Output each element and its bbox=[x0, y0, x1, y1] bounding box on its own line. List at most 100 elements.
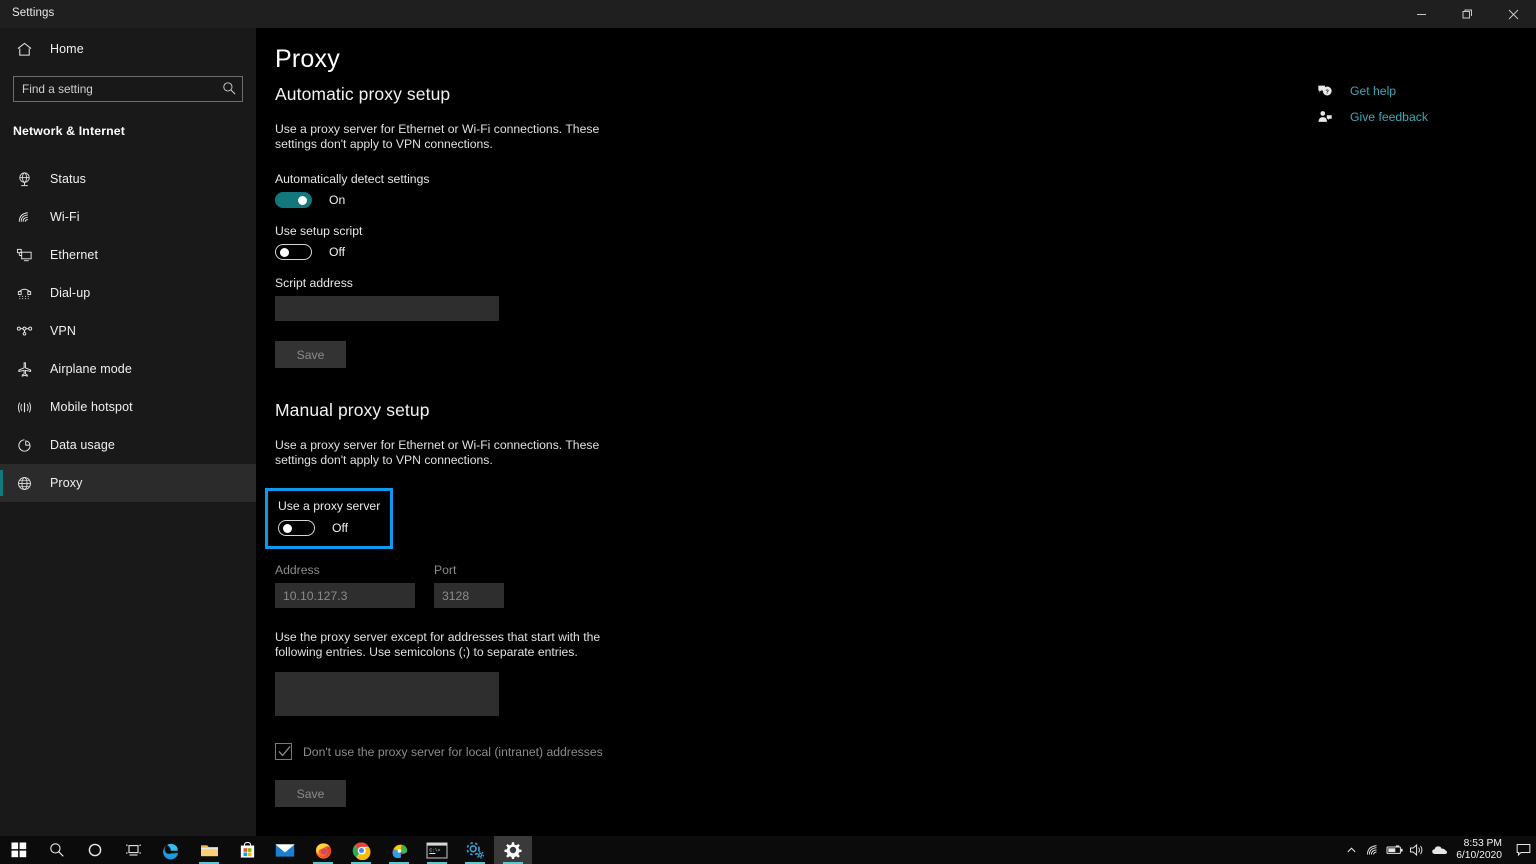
address-label: Address bbox=[275, 563, 320, 577]
close-button[interactable] bbox=[1490, 0, 1536, 28]
give-feedback-link-row[interactable]: Give feedback bbox=[1316, 104, 1516, 130]
save-automatic-button[interactable]: Save bbox=[275, 341, 346, 368]
vpn-icon bbox=[13, 320, 35, 342]
minimize-button[interactable] bbox=[1398, 0, 1444, 28]
sidebar-item-data-usage[interactable]: Data usage bbox=[0, 426, 256, 464]
action-center-icon[interactable] bbox=[1510, 836, 1536, 864]
data-usage-icon bbox=[13, 434, 35, 456]
sidebar-item-airplane-mode[interactable]: Airplane mode bbox=[0, 350, 256, 388]
manual-proxy-description: Use a proxy server for Ethernet or Wi-Fi… bbox=[275, 438, 600, 467]
setup-script-state: Off bbox=[329, 245, 346, 259]
use-proxy-label: Use a proxy server bbox=[278, 499, 381, 513]
cortana-button[interactable] bbox=[76, 836, 114, 864]
volume-icon[interactable] bbox=[1406, 836, 1428, 864]
use-proxy-state: Off bbox=[332, 521, 349, 535]
auto-detect-state: On bbox=[329, 193, 346, 207]
edge-button[interactable] bbox=[152, 836, 190, 864]
taskbar: C:\> 8:53 PM 6/10/2020 bbox=[0, 836, 1536, 864]
chrome-button[interactable] bbox=[342, 836, 380, 864]
command-prompt-button[interactable]: C:\> bbox=[418, 836, 456, 864]
automatic-proxy-description: Use a proxy server for Ethernet or Wi-Fi… bbox=[275, 122, 600, 151]
setup-script-label: Use setup script bbox=[275, 224, 363, 238]
bypass-local-checkbox[interactable] bbox=[275, 743, 292, 760]
firefox-button[interactable] bbox=[304, 836, 342, 864]
port-label: Port bbox=[434, 563, 457, 577]
feedback-person-icon bbox=[1316, 109, 1334, 125]
sidebar-category-title: Network & Internet bbox=[13, 124, 126, 138]
home-icon bbox=[13, 38, 35, 60]
script-address-input[interactable] bbox=[275, 296, 499, 321]
sidebar-item-dial-up[interactable]: Dial-up bbox=[0, 274, 256, 312]
exceptions-textarea[interactable] bbox=[275, 672, 499, 716]
bypass-local-row[interactable]: Don't use the proxy server for local (in… bbox=[275, 743, 975, 760]
envelope-icon bbox=[275, 843, 295, 857]
get-help-link-row[interactable]: ? Get help bbox=[1316, 78, 1516, 104]
toggle-knob bbox=[283, 524, 292, 533]
file-explorer-button[interactable] bbox=[190, 836, 228, 864]
clock-date: 6/10/2020 bbox=[1456, 850, 1502, 861]
task-view-icon bbox=[125, 844, 141, 856]
mail-button[interactable] bbox=[266, 836, 304, 864]
onedrive-cloud-icon[interactable] bbox=[1428, 836, 1450, 864]
sidebar-item-mobile-hotspot-label: Mobile hotspot bbox=[50, 400, 133, 414]
edge-icon bbox=[162, 843, 178, 859]
sidebar-item-airplane-mode-label: Airplane mode bbox=[50, 362, 132, 376]
sidebar-item-proxy[interactable]: Proxy bbox=[0, 464, 256, 502]
sidebar-nav-list: Status Wi-Fi Ethernet Dial-up VPN Airpla… bbox=[0, 160, 256, 502]
use-proxy-highlight-box: Use a proxy server Off bbox=[265, 488, 394, 549]
auto-detect-label: Automatically detect settings bbox=[275, 172, 430, 186]
ethernet-icon bbox=[13, 244, 35, 266]
chevron-up-icon[interactable] bbox=[1340, 836, 1362, 864]
sidebar-item-proxy-label: Proxy bbox=[50, 476, 83, 490]
bypass-local-label: Don't use the proxy server for local (in… bbox=[303, 744, 603, 759]
gear-icon bbox=[504, 842, 522, 859]
sidebar-item-wifi[interactable]: Wi-Fi bbox=[0, 198, 256, 236]
search-button[interactable] bbox=[38, 836, 76, 864]
sidebar-item-status-label: Status bbox=[50, 172, 87, 186]
settings-gear-blue-button[interactable] bbox=[456, 836, 494, 864]
clock[interactable]: 8:53 PM 6/10/2020 bbox=[1450, 836, 1510, 864]
start-button[interactable] bbox=[0, 836, 38, 864]
restore-button[interactable] bbox=[1444, 0, 1490, 28]
checkmark-icon bbox=[278, 746, 291, 757]
gear-blue-icon bbox=[466, 841, 484, 859]
dialup-icon bbox=[13, 282, 35, 304]
chrome-icon bbox=[352, 841, 370, 860]
windows-logo-icon bbox=[11, 842, 27, 858]
use-proxy-toggle[interactable] bbox=[278, 520, 315, 536]
save-manual-button[interactable]: Save bbox=[275, 780, 346, 807]
sidebar-item-mobile-hotspot[interactable]: Mobile hotspot bbox=[0, 388, 256, 426]
wifi-tray-icon[interactable] bbox=[1362, 836, 1384, 864]
address-port-row: Address Port bbox=[275, 563, 975, 608]
search-icon bbox=[50, 843, 64, 857]
microsoft-store-button[interactable] bbox=[228, 836, 266, 864]
sidebar-item-ethernet-label: Ethernet bbox=[50, 248, 99, 262]
window-title: Settings bbox=[12, 7, 55, 19]
paint-button[interactable] bbox=[380, 836, 418, 864]
address-group: Address bbox=[275, 563, 415, 608]
settings-content: Automatic proxy setup Use a proxy server… bbox=[265, 84, 975, 807]
port-input[interactable] bbox=[434, 583, 504, 608]
sidebar-item-vpn-label: VPN bbox=[50, 324, 77, 338]
firefox-icon bbox=[315, 842, 331, 859]
task-view-button[interactable] bbox=[114, 836, 152, 864]
search-input[interactable] bbox=[13, 76, 243, 102]
auto-detect-toggle[interactable] bbox=[275, 192, 312, 208]
sidebar-item-status[interactable]: Status bbox=[0, 160, 256, 198]
page-title: Proxy bbox=[275, 45, 340, 73]
battery-icon[interactable] bbox=[1384, 836, 1406, 864]
sidebar-item-vpn[interactable]: VPN bbox=[0, 312, 256, 350]
folder-icon bbox=[200, 844, 218, 856]
auto-detect-toggle-row: On bbox=[275, 192, 975, 208]
settings-active-button[interactable] bbox=[494, 836, 532, 864]
sidebar-item-home[interactable]: Home bbox=[0, 30, 256, 68]
script-address-label: Script address bbox=[275, 276, 353, 290]
address-input[interactable] bbox=[275, 583, 415, 608]
hotspot-icon bbox=[13, 396, 35, 418]
port-group: Port bbox=[434, 563, 504, 608]
window-controls bbox=[1398, 0, 1536, 28]
paint-palette-icon bbox=[391, 844, 407, 858]
setup-script-toggle[interactable] bbox=[275, 244, 312, 260]
sidebar-item-ethernet[interactable]: Ethernet bbox=[0, 236, 256, 274]
cortana-circle-icon bbox=[88, 843, 102, 857]
